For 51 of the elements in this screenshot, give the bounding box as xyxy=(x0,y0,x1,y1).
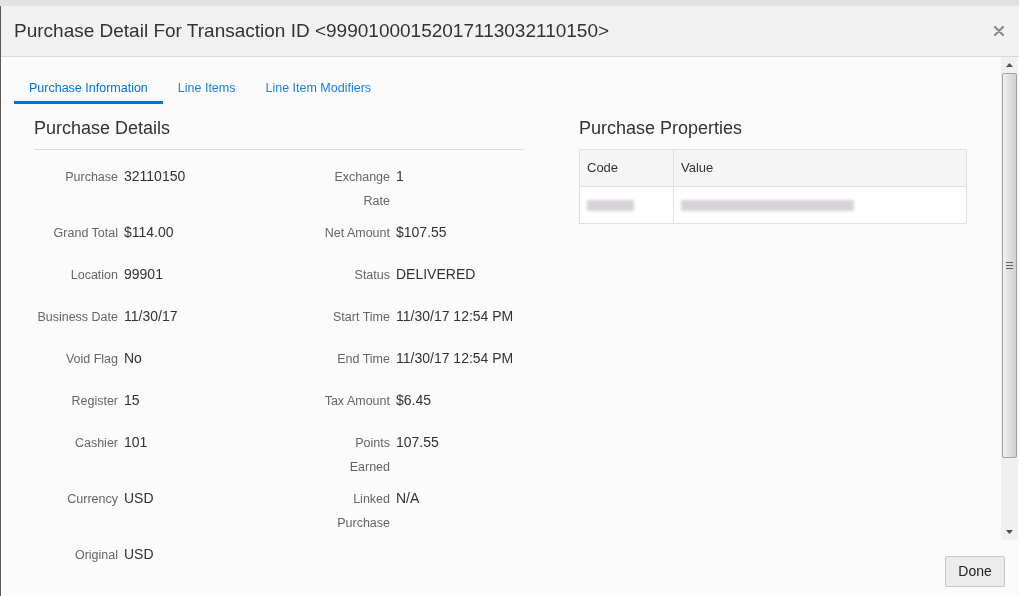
field-label: End Time xyxy=(337,352,390,366)
field-value: 107.55 xyxy=(396,434,439,450)
field-label: Exchange Rate xyxy=(334,170,390,208)
tab[interactable]: Purchase Information xyxy=(14,75,163,104)
done-button[interactable]: Done xyxy=(945,556,1005,587)
field-label: Cashier xyxy=(74,436,118,450)
field-label: Tax Amount xyxy=(324,394,390,408)
field-value: 101 xyxy=(124,434,148,450)
field-label: Original xyxy=(74,548,118,562)
close-icon xyxy=(994,26,1004,36)
blurred-text xyxy=(587,199,634,211)
caret-up-icon xyxy=(1006,63,1013,67)
field-value: No xyxy=(124,350,142,366)
field-value: USD xyxy=(124,546,154,562)
grip-icon xyxy=(1006,262,1013,269)
tab[interactable]: Line Items xyxy=(162,75,251,104)
field-label: Location xyxy=(70,268,118,282)
field-label: Business Date xyxy=(37,310,118,324)
field-value: 11/30/17 xyxy=(124,308,178,324)
field-label: Grand Total xyxy=(53,226,118,240)
field-label: Purchase xyxy=(65,170,118,184)
field-value: $114.00 xyxy=(124,224,174,240)
field-label: Register xyxy=(71,394,118,408)
field-value: USD xyxy=(124,490,154,506)
field-value: DELIVERED xyxy=(396,266,476,282)
section-heading: Purchase Details xyxy=(34,117,172,140)
field-label: Currency xyxy=(67,492,118,506)
field-label: Start Time xyxy=(333,310,390,324)
scrollbar-thumb[interactable] xyxy=(1002,73,1017,458)
field-value: 11/30/17 12:54 PM xyxy=(396,350,514,366)
field-label: Net Amount xyxy=(324,226,390,240)
caret-down-icon xyxy=(1006,530,1013,534)
column-header: Value xyxy=(680,159,715,178)
field-value: $6.45 xyxy=(396,392,432,408)
field-value: $107.55 xyxy=(396,224,447,240)
field-value: 1 xyxy=(396,168,404,184)
field-value: N/A xyxy=(396,490,420,506)
column-header: Code xyxy=(580,150,674,186)
field-label: Linked Purchase xyxy=(337,492,390,530)
field-label: Points Earned xyxy=(349,436,390,474)
field-value: 15 xyxy=(124,392,140,408)
field-value: 99901 xyxy=(124,266,163,282)
close-button[interactable] xyxy=(993,25,1005,37)
field-value: 11/30/17 12:54 PM xyxy=(396,308,514,324)
field-label: Void Flag xyxy=(65,352,118,366)
tab[interactable]: Line Item Modifiers xyxy=(250,75,387,104)
section-heading: Purchase Properties xyxy=(579,117,744,140)
scrollbar-track[interactable] xyxy=(1001,57,1018,540)
field-label: Status xyxy=(354,268,390,282)
field-value: 32110150 xyxy=(124,168,186,184)
dialog-title: Purchase Detail For Transaction ID <99901000152017113032110150> xyxy=(14,18,610,43)
